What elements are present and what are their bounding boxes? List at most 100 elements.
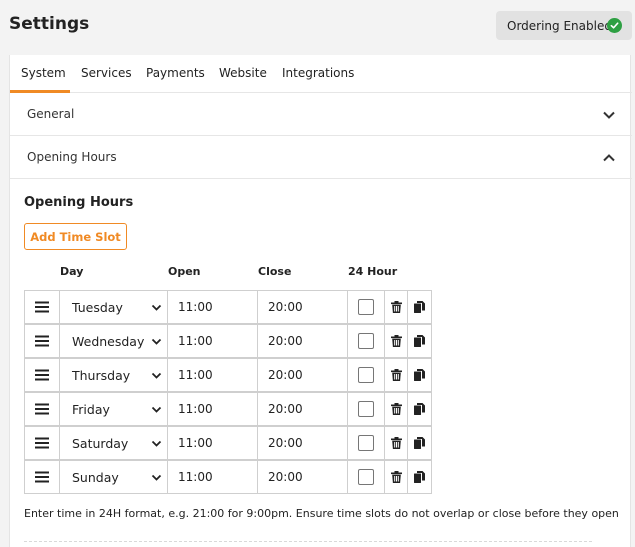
close-time-input[interactable]: 20:00 bbox=[257, 460, 348, 494]
accordion-general-label: General bbox=[27, 107, 75, 121]
copy-slot-button[interactable] bbox=[407, 324, 432, 358]
drag-handle-icon bbox=[35, 369, 49, 381]
tab-payments[interactable]: Payments bbox=[146, 66, 205, 80]
24-hour-cell bbox=[347, 324, 385, 358]
copy-icon bbox=[414, 335, 425, 347]
drag-handle[interactable] bbox=[24, 392, 60, 426]
drag-handle[interactable] bbox=[24, 460, 60, 494]
open-time-input[interactable]: 11:00 bbox=[167, 460, 258, 494]
ordering-status-button[interactable]: Ordering Enabled bbox=[496, 11, 632, 40]
day-select-value: Saturday bbox=[72, 436, 129, 451]
accordion-opening-hours[interactable]: Opening Hours bbox=[10, 136, 632, 179]
close-time-value: 20:00 bbox=[268, 470, 303, 484]
drag-handle[interactable] bbox=[24, 290, 60, 324]
close-time-input[interactable]: 20:00 bbox=[257, 358, 348, 392]
24-hour-checkbox[interactable] bbox=[358, 435, 374, 451]
time-slot-row: Sunday 11:00 20:00 bbox=[24, 460, 432, 494]
24-hour-cell bbox=[347, 392, 385, 426]
delete-slot-button[interactable] bbox=[384, 460, 408, 494]
open-time-input[interactable]: 11:00 bbox=[167, 324, 258, 358]
drag-handle-icon bbox=[35, 335, 49, 347]
delete-slot-button[interactable] bbox=[384, 392, 408, 426]
drag-handle[interactable] bbox=[24, 358, 60, 392]
tab-integrations[interactable]: Integrations bbox=[282, 66, 354, 80]
drag-handle-icon bbox=[35, 437, 49, 449]
time-slot-row: Wednesday 11:00 20:00 bbox=[24, 324, 432, 358]
time-slot-row: Saturday 11:00 20:00 bbox=[24, 426, 432, 460]
close-time-input[interactable]: 20:00 bbox=[257, 290, 348, 324]
24-hour-checkbox[interactable] bbox=[358, 469, 374, 485]
day-select[interactable]: Sunday bbox=[59, 460, 168, 494]
day-select[interactable]: Saturday bbox=[59, 426, 168, 460]
drag-handle[interactable] bbox=[24, 324, 60, 358]
drag-handle[interactable] bbox=[24, 426, 60, 460]
tab-bar: System Services Payments Website Integra… bbox=[10, 55, 632, 93]
open-time-input[interactable]: 11:00 bbox=[167, 290, 258, 324]
open-time-input[interactable]: 11:00 bbox=[167, 426, 258, 460]
24-hour-checkbox[interactable] bbox=[358, 367, 374, 383]
day-select-value: Wednesday bbox=[72, 334, 145, 349]
drag-handle-icon bbox=[35, 301, 49, 313]
trash-icon bbox=[390, 437, 402, 449]
column-header-24-hour: 24 Hour bbox=[348, 265, 398, 278]
time-slot-row: Tuesday 11:00 20:00 bbox=[24, 290, 432, 324]
chevron-down-icon bbox=[603, 111, 615, 119]
chevron-down-icon bbox=[151, 474, 162, 481]
close-time-value: 20:00 bbox=[268, 368, 303, 382]
day-select[interactable]: Wednesday bbox=[59, 324, 168, 358]
open-time-input[interactable]: 11:00 bbox=[167, 392, 258, 426]
24-hour-checkbox[interactable] bbox=[358, 299, 374, 315]
drag-handle-icon bbox=[35, 403, 49, 415]
divider bbox=[24, 541, 592, 542]
close-time-value: 20:00 bbox=[268, 334, 303, 348]
accordion-general[interactable]: General bbox=[10, 93, 632, 136]
copy-icon bbox=[414, 437, 425, 449]
delete-slot-button[interactable] bbox=[384, 324, 408, 358]
tab-services[interactable]: Services bbox=[81, 66, 132, 80]
day-select[interactable]: Friday bbox=[59, 392, 168, 426]
close-time-input[interactable]: 20:00 bbox=[257, 392, 348, 426]
24-hour-cell bbox=[347, 358, 385, 392]
day-select-value: Tuesday bbox=[72, 300, 123, 315]
page-title: Settings bbox=[9, 14, 90, 34]
open-time-input[interactable]: 11:00 bbox=[167, 358, 258, 392]
add-time-slot-button[interactable]: Add Time Slot bbox=[24, 223, 127, 250]
tab-system[interactable]: System bbox=[21, 66, 66, 80]
24-hour-checkbox[interactable] bbox=[358, 333, 374, 349]
page-header: Settings Ordering Enabled bbox=[0, 0, 635, 54]
copy-slot-button[interactable] bbox=[407, 290, 432, 324]
open-time-value: 11:00 bbox=[178, 334, 213, 348]
close-time-value: 20:00 bbox=[268, 300, 303, 314]
copy-slot-button[interactable] bbox=[407, 358, 432, 392]
copy-slot-button[interactable] bbox=[407, 392, 432, 426]
column-header-day: Day bbox=[60, 265, 84, 278]
day-select[interactable]: Tuesday bbox=[59, 290, 168, 324]
delete-slot-button[interactable] bbox=[384, 426, 408, 460]
24-hour-checkbox[interactable] bbox=[358, 401, 374, 417]
ordering-status-label: Ordering Enabled bbox=[507, 18, 612, 33]
day-select-value: Friday bbox=[72, 402, 110, 417]
chevron-down-icon bbox=[151, 440, 162, 447]
time-slot-row: Friday 11:00 20:00 bbox=[24, 392, 432, 426]
copy-slot-button[interactable] bbox=[407, 460, 432, 494]
copy-icon bbox=[414, 403, 425, 415]
column-header-open: Open bbox=[168, 265, 201, 278]
open-time-value: 11:00 bbox=[178, 470, 213, 484]
day-select[interactable]: Thursday bbox=[59, 358, 168, 392]
delete-slot-button[interactable] bbox=[384, 290, 408, 324]
copy-icon bbox=[414, 471, 425, 483]
close-time-value: 20:00 bbox=[268, 436, 303, 450]
drag-handle-icon bbox=[35, 471, 49, 483]
delete-slot-button[interactable] bbox=[384, 358, 408, 392]
copy-slot-button[interactable] bbox=[407, 426, 432, 460]
trash-icon bbox=[390, 403, 402, 415]
24-hour-cell bbox=[347, 426, 385, 460]
close-time-input[interactable]: 20:00 bbox=[257, 324, 348, 358]
chevron-down-icon bbox=[151, 406, 162, 413]
settings-panel: System Services Payments Website Integra… bbox=[9, 55, 632, 547]
opening-hours-title: Opening Hours bbox=[24, 195, 134, 210]
trash-icon bbox=[390, 471, 402, 483]
24-hour-cell bbox=[347, 460, 385, 494]
tab-website[interactable]: Website bbox=[219, 66, 267, 80]
close-time-input[interactable]: 20:00 bbox=[257, 426, 348, 460]
